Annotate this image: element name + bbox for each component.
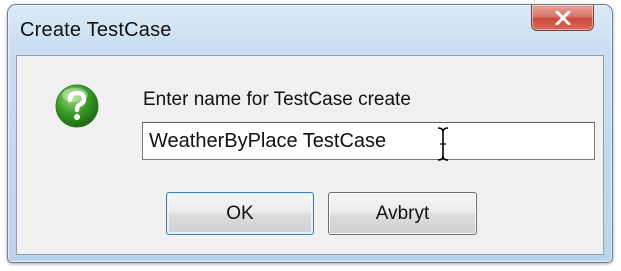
ok-button[interactable]: OK (166, 192, 314, 235)
cancel-button[interactable]: Avbryt (328, 192, 477, 235)
testcase-name-input[interactable] (142, 122, 595, 160)
title-bar[interactable]: Create TestCase (8, 5, 612, 57)
close-x-icon (555, 10, 571, 25)
question-icon (54, 83, 100, 129)
window-title: Create TestCase (20, 19, 172, 41)
close-button[interactable] (531, 5, 594, 31)
dialog-content: Enter name for TestCase create OK Avbryt (16, 55, 604, 255)
create-testcase-dialog: Create TestCase Enter name for TestCase … (7, 4, 613, 263)
prompt-label: Enter name for TestCase create (143, 89, 411, 110)
